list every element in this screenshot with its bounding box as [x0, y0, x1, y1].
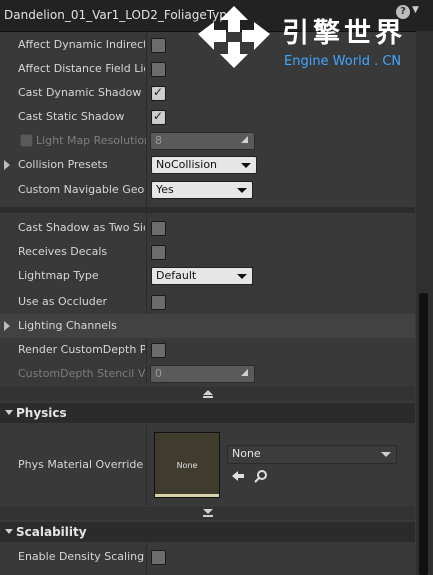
browse-search-icon[interactable] [254, 469, 268, 483]
phys-material-select[interactable]: None [227, 445, 397, 464]
property-row: Cast Static Shadow [0, 108, 415, 126]
property-row: Receives Decals [0, 243, 415, 261]
light-map-resolution-field[interactable]: 8 [150, 132, 255, 150]
property-row-lighting-channels[interactable]: Lighting Channels [0, 314, 415, 338]
collision-presets-select[interactable]: NoCollision [151, 156, 257, 174]
phys-material-thumbnail[interactable]: None [154, 432, 220, 498]
property-row: Lightmap Type Default [0, 267, 415, 285]
property-label: Receives Decals [18, 245, 108, 258]
property-row: Enable Density Scaling [0, 548, 415, 566]
property-row: Light Map Resolution 8 [0, 132, 415, 150]
cast-shadow-two-sided-checkbox[interactable] [151, 221, 166, 236]
group-separator [0, 207, 415, 213]
use-as-occluder-checkbox[interactable] [151, 295, 166, 310]
collapse-arrow-icon [5, 410, 13, 415]
affect-distance-field-checkbox[interactable] [151, 62, 166, 77]
property-row: Affect Distance Field Ligh [0, 60, 415, 78]
vertical-scrollbar[interactable] [416, 31, 433, 575]
light-map-resolution-override-checkbox[interactable] [20, 134, 33, 147]
property-row: CustomDepth Stencil Valu 0 [0, 365, 415, 383]
property-label: Lightmap Type [18, 269, 99, 282]
custom-navigable-geometry-select[interactable]: Yes [151, 181, 253, 199]
resize-grip-icon [241, 136, 248, 143]
cast-dynamic-shadow-checkbox[interactable] [151, 85, 166, 101]
property-label: Affect Dynamic Indirect L [18, 38, 145, 51]
custom-depth-stencil-field[interactable]: 0 [150, 365, 255, 383]
property-label: Lighting Channels [18, 319, 117, 332]
property-row: Affect Dynamic Indirect L [0, 36, 415, 54]
render-custom-depth-checkbox[interactable] [151, 343, 166, 358]
collapse-arrow-icon [5, 529, 13, 534]
enable-density-scaling-checkbox[interactable] [151, 550, 166, 565]
expand-down-icon [203, 509, 213, 517]
scrollbar-thumb[interactable] [419, 293, 428, 575]
property-row: Cast Shadow as Two Side [0, 219, 415, 237]
scalability-section-title: Scalability [16, 525, 87, 539]
lightmap-type-select[interactable]: Default [151, 267, 253, 285]
property-row: Cast Dynamic Shadow [0, 84, 415, 102]
property-label: Cast Static Shadow [18, 110, 125, 123]
affect-dynamic-indirect-checkbox[interactable] [151, 38, 166, 53]
expand-arrow-icon[interactable] [4, 321, 10, 331]
property-label: Collision Presets [18, 158, 108, 171]
physics-section-header[interactable]: Physics [0, 403, 415, 423]
property-row: Collision Presets NoCollision [0, 156, 415, 174]
chevron-down-icon [381, 452, 391, 457]
resize-grip-icon [241, 369, 248, 376]
property-label: Render CustomDepth Pas [18, 343, 145, 356]
advanced-toggle[interactable] [0, 387, 415, 401]
property-label: Phys Material Override [18, 458, 144, 471]
property-label: Affect Distance Field Ligh [18, 62, 145, 75]
property-row: Custom Navigable Geome Yes [0, 181, 415, 199]
expand-arrow-icon[interactable] [4, 160, 10, 170]
property-row: Render CustomDepth Pas [0, 341, 415, 359]
cast-static-shadow-checkbox[interactable] [151, 109, 166, 125]
property-label: Enable Density Scaling [18, 550, 145, 563]
property-label: Cast Dynamic Shadow [18, 86, 142, 99]
receives-decals-checkbox[interactable] [151, 245, 166, 260]
chevron-down-icon [241, 163, 251, 168]
property-label: CustomDepth Stencil Valu [18, 367, 145, 380]
physics-advanced-toggle[interactable] [0, 507, 415, 520]
use-selected-arrow-icon[interactable] [231, 470, 245, 482]
collapse-up-icon [203, 390, 213, 398]
chevron-down-icon [237, 188, 247, 193]
scalability-section-header[interactable]: Scalability [0, 522, 415, 542]
property-label: Light Map Resolution [36, 134, 146, 147]
property-label: Use as Occluder [18, 295, 108, 308]
physics-section-title: Physics [16, 406, 67, 420]
property-row: Use as Occluder [0, 293, 415, 311]
property-label: Cast Shadow as Two Side [18, 221, 145, 234]
chevron-down-icon [237, 274, 247, 279]
property-label: Custom Navigable Geome [18, 183, 145, 196]
